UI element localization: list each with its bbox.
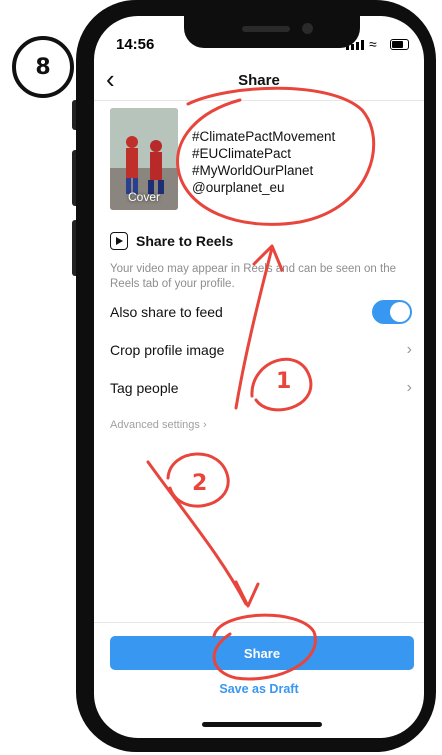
battery-icon [390,39,409,50]
advanced-settings-label: Advanced settings [110,419,200,431]
share-screen: 14:56 ≈ ‹ Share Cover #ClimatePactMoveme… [94,16,424,738]
page-title: Share [238,72,280,89]
navigation-bar: ‹ Share [94,64,424,101]
step-number: 8 [35,54,51,80]
step-number-badge: 8 [12,36,74,98]
caption-line: @ourplanet_eu [192,180,285,195]
tag-people-label: Tag people [110,380,179,396]
also-share-to-feed-label: Also share to feed [110,304,223,320]
chevron-right-icon: › [406,341,412,358]
video-cover-thumbnail[interactable]: Cover [110,108,178,210]
caption-text[interactable]: #ClimatePactMovement #EUClimatePact #MyW… [192,128,335,196]
home-indicator [202,722,322,727]
also-share-to-feed-row: Also share to feed [110,293,412,331]
tag-people-row[interactable]: Tag people › [110,369,412,407]
status-time: 14:56 [116,36,155,53]
advanced-settings-link[interactable]: Advanced settings › [110,419,207,431]
share-button[interactable]: Share [110,636,414,670]
caption-line: #ClimatePactMovement [192,129,336,144]
phone-notch [184,14,360,48]
share-to-reels-section: Share to Reels [110,232,233,250]
reels-description: Your video may appear in Reels and can b… [110,263,396,290]
also-share-to-feed-toggle[interactable] [372,300,412,324]
caption-line: #MyWorldOurPlanet [192,163,314,178]
divider [94,622,424,623]
cover-label: Cover [127,190,160,204]
wifi-icon: ≈ [369,36,377,52]
crop-profile-image-label: Crop profile image [110,342,225,358]
front-camera [302,23,313,34]
chevron-right-icon: › [202,419,207,431]
reels-icon [110,232,128,250]
speaker-grille [242,26,290,32]
chevron-right-icon: › [406,379,412,396]
crop-profile-image-row[interactable]: Crop profile image › [110,331,412,369]
caption-line: #EUClimatePact [192,146,292,161]
save-as-draft-button[interactable]: Save as Draft [94,682,424,696]
share-to-reels-title: Share to Reels [136,233,234,249]
